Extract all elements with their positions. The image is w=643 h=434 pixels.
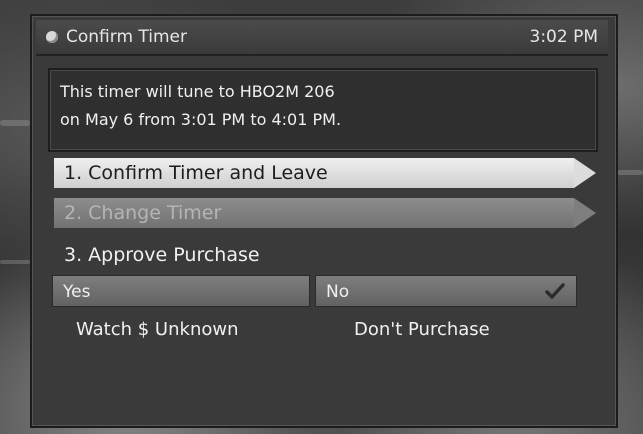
checkmark-icon bbox=[545, 283, 565, 299]
no-label: No bbox=[326, 282, 350, 302]
triangle-right-icon bbox=[574, 158, 596, 188]
yes-label: Yes bbox=[63, 282, 91, 302]
purchase-yes-button[interactable]: Yes bbox=[52, 275, 310, 307]
purchase-no-button[interactable]: No bbox=[315, 275, 577, 307]
change-timer-option[interactable]: 2. Change Timer bbox=[54, 198, 596, 228]
timer-message-box: This timer will tune to HBO2M 206 on May… bbox=[48, 68, 598, 152]
yes-description: Watch $ Unknown bbox=[76, 319, 239, 340]
menu-item-label: 1. Confirm Timer and Leave bbox=[64, 162, 328, 184]
background-streak bbox=[0, 120, 30, 126]
clock: 3:02 PM bbox=[529, 27, 599, 47]
dialog-title: Confirm Timer bbox=[66, 27, 188, 47]
approve-purchase-heading: 3. Approve Purchase bbox=[54, 240, 454, 270]
menu-item-label: 3. Approve Purchase bbox=[64, 244, 260, 266]
message-line-1: This timer will tune to HBO2M 206 bbox=[60, 82, 335, 101]
menu-item-label: 2. Change Timer bbox=[64, 202, 222, 224]
background-streak bbox=[615, 170, 643, 175]
dialog-title-bar: Confirm Timer 3:02 PM bbox=[36, 20, 608, 56]
message-line-2: on May 6 from 3:01 PM to 4:01 PM. bbox=[60, 110, 342, 129]
no-description: Don't Purchase bbox=[354, 319, 490, 340]
confirm-timer-dialog: Confirm Timer 3:02 PM This timer will tu… bbox=[30, 14, 618, 428]
background-streak bbox=[0, 260, 30, 264]
triangle-right-icon bbox=[574, 198, 596, 228]
circle-bullet-icon bbox=[46, 31, 58, 43]
confirm-timer-and-leave-option[interactable]: 1. Confirm Timer and Leave bbox=[54, 158, 596, 188]
